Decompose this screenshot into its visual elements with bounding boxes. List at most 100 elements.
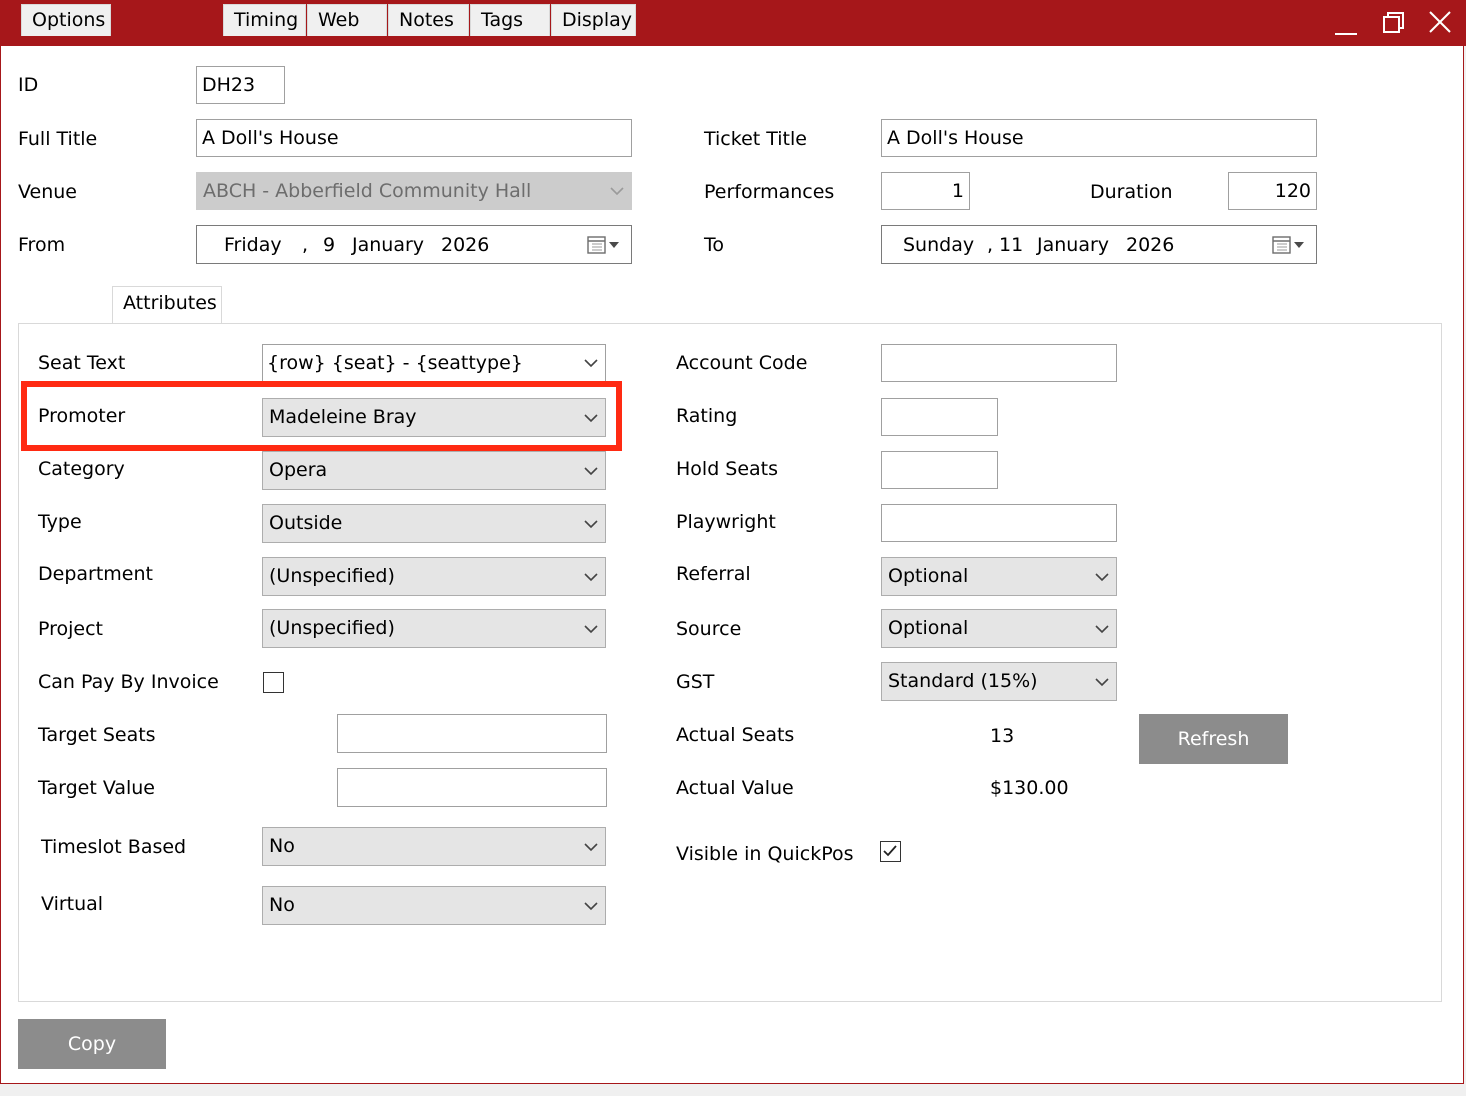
source-value: Optional (888, 617, 969, 639)
tab-web[interactable]: Web (307, 4, 387, 36)
category-label: Category (38, 458, 125, 480)
to-label: To (704, 234, 725, 256)
to-day: 11 (999, 234, 1024, 256)
target-seats-field[interactable] (337, 714, 607, 753)
from-day: 9 (323, 234, 336, 256)
chevron-down-icon (584, 572, 598, 581)
target-value-label: Target Value (38, 777, 155, 799)
virtual-select[interactable]: No (262, 886, 606, 925)
department-label: Department (38, 563, 153, 585)
tab-display[interactable]: Display (551, 4, 636, 36)
chevron-down-icon (610, 187, 624, 196)
referral-select[interactable]: Optional (881, 557, 1117, 596)
restore-icon (1383, 12, 1404, 33)
playwright-label: Playwright (676, 511, 776, 533)
account-code-field[interactable] (881, 344, 1117, 382)
chevron-down-icon (584, 519, 598, 528)
title-bar (0, 0, 1466, 46)
to-weekday: Sunday (903, 234, 975, 256)
project-label: Project (38, 618, 104, 640)
tab-options[interactable]: Options (21, 4, 111, 36)
tab-attributes[interactable]: Attributes (112, 286, 222, 323)
account-code-label: Account Code (676, 352, 808, 374)
referral-label: Referral (676, 563, 751, 585)
actual-seats-label: Actual Seats (676, 724, 795, 746)
referral-value: Optional (888, 565, 969, 587)
chevron-down-icon (584, 359, 598, 368)
from-date-picker[interactable]: Friday , 9 January 2026 (196, 225, 632, 264)
department-value: (Unspecified) (269, 565, 395, 587)
duration-field[interactable]: 120 (1228, 172, 1317, 210)
to-month: January (1037, 234, 1110, 256)
target-value-field[interactable] (337, 768, 607, 807)
hold-seats-label: Hold Seats (676, 458, 779, 480)
minimize-button[interactable] (1326, 6, 1366, 40)
id-field[interactable]: DH23 (196, 66, 285, 104)
type-label: Type (38, 511, 82, 533)
actual-value-label: Actual Value (676, 777, 794, 799)
project-select[interactable]: (Unspecified) (262, 609, 606, 648)
can-pay-by-invoice-label: Can Pay By Invoice (38, 671, 219, 693)
target-seats-label: Target Seats (38, 724, 156, 746)
timeslot-based-label: Timeslot Based (41, 836, 187, 858)
calendar-dropdown-icon (1272, 236, 1304, 254)
calendar-dropdown-icon (587, 236, 619, 254)
venue-value: ABCH - Abberfield Community Hall (203, 180, 532, 202)
full-title-label: Full Title (18, 128, 98, 150)
id-label: ID (18, 74, 39, 96)
category-select[interactable]: Opera (262, 451, 606, 490)
type-select[interactable]: Outside (262, 504, 606, 543)
to-date-picker[interactable]: Sunday , 11 January 2026 (881, 225, 1317, 264)
rating-label: Rating (676, 405, 738, 427)
gst-label: GST (676, 671, 715, 693)
actual-value-value: $130.00 (990, 777, 1069, 799)
copy-button[interactable]: Copy (18, 1019, 166, 1069)
chevron-down-icon (584, 901, 598, 910)
venue-label: Venue (18, 181, 77, 203)
ticket-title-label: Ticket Title (704, 128, 807, 150)
performances-label: Performances (704, 181, 835, 203)
venue-select[interactable]: ABCH - Abberfield Community Hall (196, 172, 632, 210)
chevron-down-icon (584, 624, 598, 633)
timeslot-based-select[interactable]: No (262, 827, 606, 866)
promoter-highlight-box (21, 381, 622, 451)
chevron-down-icon (1095, 677, 1109, 686)
category-value: Opera (269, 459, 328, 481)
virtual-value: No (269, 894, 295, 916)
source-select[interactable]: Optional (881, 609, 1117, 648)
actual-seats-value: 13 (990, 725, 1015, 747)
visible-in-quickpos-checkbox[interactable] (880, 841, 901, 862)
rating-field[interactable] (881, 398, 998, 436)
from-month: January (352, 234, 425, 256)
duration-label: Duration (1090, 181, 1173, 203)
to-separator: , (987, 234, 994, 256)
full-title-field[interactable]: A Doll's House (196, 119, 632, 157)
playwright-field[interactable] (881, 504, 1117, 542)
from-separator: , (302, 234, 309, 256)
tab-timing[interactable]: Timing (223, 4, 306, 36)
close-button[interactable] (1420, 6, 1460, 40)
can-pay-by-invoice-checkbox[interactable] (263, 672, 284, 693)
close-icon (1429, 11, 1451, 33)
minimize-icon (1335, 33, 1357, 35)
tab-notes[interactable]: Notes (388, 4, 469, 36)
timeslot-based-value: No (269, 835, 295, 857)
type-value: Outside (269, 512, 343, 534)
visible-in-quickpos-label: Visible in QuickPos (676, 843, 854, 865)
from-weekday: Friday (224, 234, 282, 256)
performances-field[interactable]: 1 (881, 172, 970, 210)
department-select[interactable]: (Unspecified) (262, 557, 606, 596)
seat-text-combo[interactable]: {row} {seat} - {seattype} (262, 344, 606, 382)
gst-value: Standard (15%) (888, 670, 1038, 692)
hold-seats-field[interactable] (881, 451, 998, 489)
project-value: (Unspecified) (269, 617, 395, 639)
tab-tags[interactable]: Tags (470, 4, 550, 36)
from-year: 2026 (441, 234, 490, 256)
maximize-button[interactable] (1374, 6, 1414, 40)
ticket-title-field[interactable]: A Doll's House (881, 119, 1317, 157)
gst-select[interactable]: Standard (15%) (881, 662, 1117, 701)
to-year: 2026 (1126, 234, 1175, 256)
checkmark-icon (883, 845, 897, 857)
refresh-button[interactable]: Refresh (1139, 714, 1288, 764)
chevron-down-icon (1095, 624, 1109, 633)
